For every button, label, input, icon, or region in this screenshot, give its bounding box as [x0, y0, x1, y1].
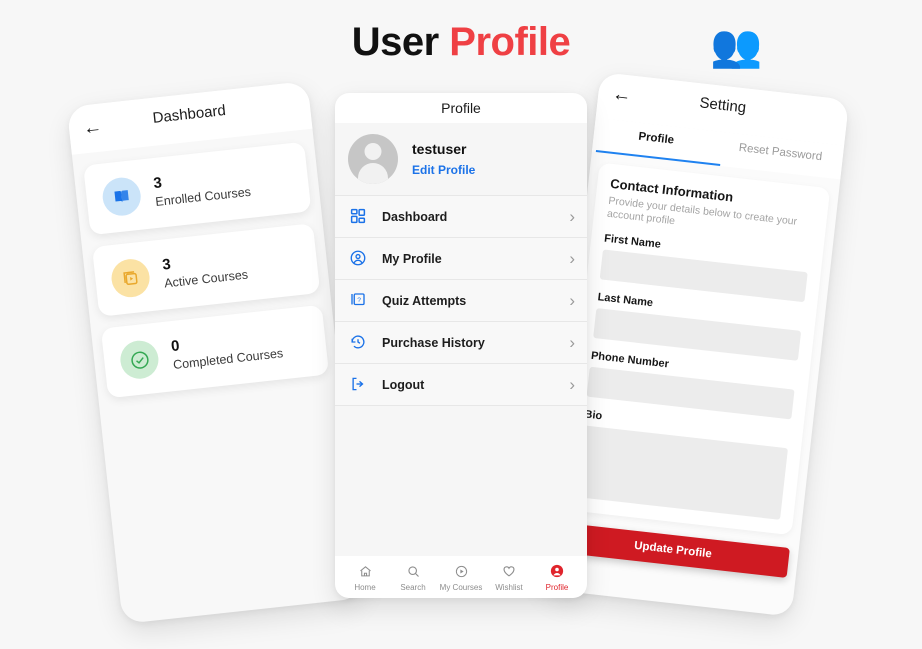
home-icon — [358, 563, 373, 580]
nav-item-label: Wishlist — [495, 582, 523, 592]
nav-item-wishlist[interactable]: Wishlist — [485, 563, 533, 592]
video-library-icon — [109, 257, 152, 300]
stat-card-active[interactable]: 3 Active Courses — [91, 223, 321, 317]
dashboard-title: Dashboard — [151, 101, 227, 127]
menu-item-dashboard[interactable]: Dashboard › — [335, 195, 587, 237]
nav-item-search[interactable]: Search — [389, 563, 437, 592]
stat-card-completed[interactable]: 0 Completed Courses — [100, 304, 330, 399]
search-icon — [406, 563, 421, 580]
history-icon — [349, 333, 369, 353]
heart-icon — [501, 563, 517, 580]
phone-profile: Profile testuser Edit Profile Dashboard … — [335, 93, 587, 598]
page-title-primary: User — [351, 20, 450, 64]
avatar[interactable] — [348, 134, 398, 184]
account-circle-filled-icon — [549, 563, 565, 580]
menu-item-purchase-history[interactable]: Purchase History › — [335, 321, 587, 363]
nav-item-label: My Courses — [439, 582, 483, 592]
phone-setting: ← Setting Profile Reset Password Contact… — [542, 72, 850, 617]
edit-profile-link[interactable]: Edit Profile — [412, 161, 475, 179]
page-header: User Profile 👥 — [0, 0, 922, 88]
quiz-icon: ? — [349, 291, 369, 311]
people-group-emoji: 👥 — [710, 22, 763, 69]
avatar-head — [364, 143, 382, 160]
menu-item-label: My Profile — [382, 251, 442, 266]
book-icon — [100, 175, 143, 218]
chevron-right-icon: › — [569, 207, 575, 226]
check-circle-icon — [118, 338, 161, 381]
nav-item-my-courses[interactable]: My Courses — [437, 563, 485, 592]
page-title-accent: Profile — [449, 20, 571, 64]
profile-title: Profile — [441, 100, 481, 116]
profile-header: testuser Edit Profile — [335, 123, 587, 195]
avatar-body — [358, 163, 388, 184]
username: testuser — [412, 140, 467, 157]
nav-item-label: Home — [354, 582, 376, 592]
chevron-right-icon: › — [569, 291, 575, 310]
menu-item-logout[interactable]: Logout › — [335, 363, 587, 406]
account-circle-icon — [349, 249, 369, 269]
screenshot-root: User Profile 👥 ← Dashboard 3 Enrolled Co… — [0, 0, 922, 649]
menu-item-label: Dashboard — [382, 209, 448, 224]
nav-item-home[interactable]: Home — [341, 563, 389, 592]
chevron-right-icon: › — [569, 375, 575, 394]
menu-item-label: Quiz Attempts — [382, 293, 467, 308]
dashboard-grid-icon — [349, 207, 369, 227]
svg-text:?: ? — [357, 296, 361, 303]
profile-appbar: Profile — [335, 93, 587, 123]
menu-item-label: Logout — [382, 377, 425, 392]
nav-item-profile[interactable]: Profile — [533, 563, 581, 592]
chevron-right-icon: › — [569, 333, 575, 352]
profile-menu: Dashboard › My Profile › ? Quiz Attempts… — [335, 195, 587, 406]
menu-item-label: Purchase History — [382, 335, 485, 350]
page-title: User Profile — [0, 18, 922, 66]
play-circle-icon — [454, 563, 469, 580]
phone-dashboard: ← Dashboard 3 Enrolled Courses 3 Active … — [66, 80, 364, 625]
chevron-right-icon: › — [569, 249, 575, 268]
setting-title: Setting — [698, 94, 747, 117]
menu-item-my-profile[interactable]: My Profile › — [335, 237, 587, 279]
menu-item-quiz-attempts[interactable]: ? Quiz Attempts › — [335, 279, 587, 321]
bottom-navigation: Home Search My Courses Wishlist Profile — [335, 556, 587, 598]
logout-icon — [349, 375, 369, 395]
nav-item-label: Search — [400, 582, 426, 592]
stat-card-enrolled[interactable]: 3 Enrolled Courses — [83, 141, 312, 236]
nav-item-label: Profile — [545, 582, 569, 592]
contact-information-card: Contact Information Provide your details… — [560, 162, 831, 536]
